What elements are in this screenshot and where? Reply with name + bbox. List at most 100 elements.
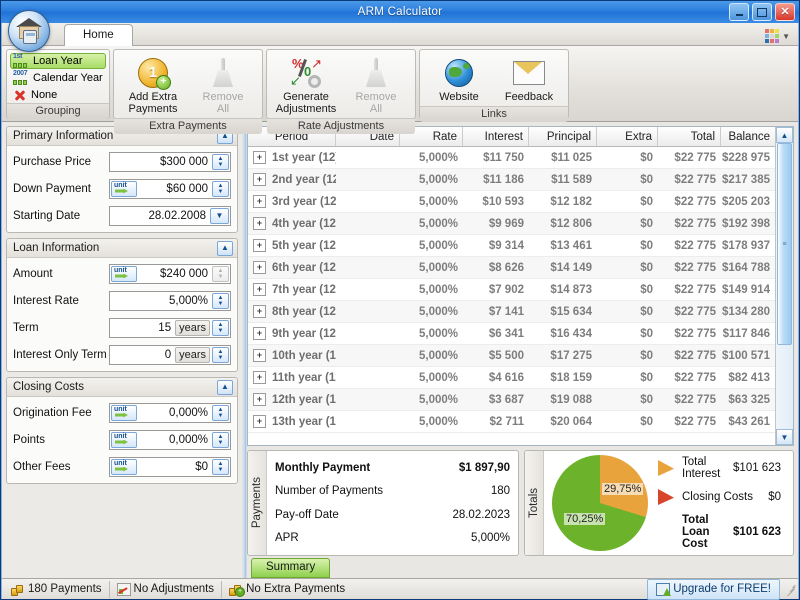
value-other-fees[interactable]: $0 <box>137 458 212 476</box>
value-interest-only-term[interactable]: 0 <box>110 346 175 364</box>
expand-row-icon[interactable]: + <box>253 217 266 230</box>
expand-row-icon[interactable]: + <box>253 261 266 274</box>
column-header-interest[interactable]: Interest <box>463 127 529 146</box>
unit-toggle-icon[interactable]: unit <box>111 405 137 421</box>
expand-row-icon[interactable]: + <box>253 327 266 340</box>
spinner-interest-rate[interactable]: ▲▼ <box>212 293 229 309</box>
color-grid-icon[interactable] <box>765 29 779 43</box>
scroll-down-button[interactable]: ▼ <box>776 429 793 445</box>
totals-vertical-tab[interactable]: Totals <box>525 451 544 555</box>
expand-row-icon[interactable]: + <box>253 151 266 164</box>
table-row[interactable]: +8th year (12)5,000%$7 141$15 634$0$22 7… <box>248 301 775 323</box>
column-header-balance[interactable]: Balance <box>721 127 775 146</box>
status-item-adjustments[interactable]: No Adjustments <box>110 581 223 598</box>
grouping-option-loan-year[interactable]: 1st Loan Year <box>10 53 106 69</box>
chevron-down-icon[interactable]: ▼ <box>210 208 229 224</box>
spinner-interest-only-term[interactable]: ▲▼ <box>212 347 229 363</box>
remove-all-adjustments-button[interactable]: Remove All <box>341 53 411 118</box>
totals-summary-box: Totals 29,75% 70,25% Total Interest <box>524 450 794 556</box>
input-starting-date[interactable]: 28.02.2008 ▼ <box>109 206 231 226</box>
expand-row-icon[interactable]: + <box>253 173 266 186</box>
tab-summary[interactable]: Summary <box>251 558 330 578</box>
table-row[interactable]: +12th year (12)5,000%$3 687$19 088$0$22 … <box>248 389 775 411</box>
chevron-down-icon[interactable]: ▼ <box>782 32 790 41</box>
value-points[interactable]: 0,000% <box>137 431 212 449</box>
table-row[interactable]: +10th year (12)5,000%$5 500$17 275$0$22 … <box>248 345 775 367</box>
spinner-other-fees[interactable]: ▲▼ <box>212 459 229 475</box>
expand-row-icon[interactable]: + <box>253 393 266 406</box>
value-amount[interactable]: $240 000 <box>137 265 212 283</box>
value-interest-rate[interactable]: 5,000% <box>110 292 212 310</box>
grouping-option-none[interactable]: None <box>10 87 106 103</box>
table-row[interactable]: +1st year (12)5,000%$11 750$11 025$0$22 … <box>248 147 775 169</box>
upgrade-button[interactable]: Upgrade for FREE! <box>647 579 780 600</box>
grouping-option-calendar-year[interactable]: 2007 Calendar Year <box>10 70 106 86</box>
table-row[interactable]: +6th year (12)5,000%$8 626$14 149$0$22 7… <box>248 257 775 279</box>
spinner-origination-fee[interactable]: ▲▼ <box>212 405 229 421</box>
value-starting-date[interactable]: 28.02.2008 <box>110 207 210 225</box>
minimize-button[interactable] <box>729 3 749 21</box>
input-amount[interactable]: unit $240 000 ▲▼ <box>109 264 231 284</box>
input-purchase-price[interactable]: $300 000 ▲▼ <box>109 152 231 172</box>
cell-total: $22 775 <box>658 279 721 300</box>
generate-adjustments-button[interactable]: %0 ↗↙ Generate Adjustments <box>271 53 341 118</box>
input-points[interactable]: unit 0,000% ▲▼ <box>109 430 231 450</box>
value-term[interactable]: 15 <box>110 319 175 337</box>
expand-row-icon[interactable]: + <box>253 195 266 208</box>
input-term[interactable]: 15 years ▲▼ <box>109 318 231 338</box>
feedback-button[interactable]: Feedback <box>494 53 564 106</box>
unit-toggle-icon[interactable]: unit <box>111 181 137 197</box>
input-other-fees[interactable]: unit $0 ▲▼ <box>109 457 231 477</box>
scroll-up-button[interactable]: ▲ <box>776 127 793 143</box>
table-row[interactable]: +4th year (12)5,000%$9 969$12 806$0$22 7… <box>248 213 775 235</box>
grid-vertical-scrollbar[interactable]: ▲ ≡ ▼ <box>775 127 793 445</box>
scroll-thumb[interactable]: ≡ <box>777 143 792 345</box>
table-row[interactable]: +2nd year (12)5,000%$11 186$11 589$0$22 … <box>248 169 775 191</box>
expand-row-icon[interactable]: + <box>253 239 266 252</box>
app-button[interactable] <box>8 10 50 52</box>
spinner-purchase-price[interactable]: ▲▼ <box>212 154 229 170</box>
unit-toggle-icon[interactable]: unit <box>111 432 137 448</box>
column-header-total[interactable]: Total <box>658 127 721 146</box>
value-origination-fee[interactable]: 0,000% <box>137 404 212 422</box>
input-interest-rate[interactable]: 5,000% ▲▼ <box>109 291 231 311</box>
spinner-down-payment[interactable]: ▲▼ <box>212 181 229 197</box>
unit-toggle-icon[interactable]: unit <box>111 459 137 475</box>
column-header-extra[interactable]: Extra <box>597 127 658 146</box>
legend-row-closing-costs: Closing Costs $0 <box>658 489 781 505</box>
chevron-up-icon[interactable]: ▲ <box>217 241 233 256</box>
value-down-payment[interactable]: $60 000 <box>137 180 212 198</box>
status-item-payments[interactable]: 180 Payments <box>4 581 110 598</box>
input-down-payment[interactable]: unit $60 000 ▲▼ <box>109 179 231 199</box>
spinner-term[interactable]: ▲▼ <box>212 320 229 336</box>
expand-row-icon[interactable]: + <box>253 371 266 384</box>
add-extra-payments-button[interactable]: 1+ Add Extra Payments <box>118 53 188 118</box>
close-button[interactable]: ✕ <box>775 3 795 21</box>
table-row[interactable]: +9th year (12)5,000%$6 341$16 434$0$22 7… <box>248 323 775 345</box>
website-button[interactable]: Website <box>424 53 494 106</box>
chevron-up-icon[interactable]: ▲ <box>217 380 233 395</box>
value-purchase-price[interactable]: $300 000 <box>110 153 212 171</box>
input-interest-only-term[interactable]: 0 years ▲▼ <box>109 345 231 365</box>
maximize-button[interactable] <box>752 3 772 21</box>
scroll-track[interactable]: ≡ <box>776 143 793 429</box>
table-row[interactable]: +13th year (12)5,000%$2 711$20 064$0$22 … <box>248 411 775 433</box>
payments-vertical-tab[interactable]: Payments <box>248 451 267 555</box>
table-row[interactable]: +7th year (12)5,000%$7 902$14 873$0$22 7… <box>248 279 775 301</box>
table-row[interactable]: +3rd year (12)5,000%$10 593$12 182$0$22 … <box>248 191 775 213</box>
input-origination-fee[interactable]: unit 0,000% ▲▼ <box>109 403 231 423</box>
expand-row-icon[interactable]: + <box>253 283 266 296</box>
unit-toggle-icon[interactable]: unit <box>111 266 137 282</box>
expand-row-icon[interactable]: + <box>253 415 266 428</box>
status-item-extra-payments[interactable]: + No Extra Payments <box>222 581 352 598</box>
cell-period: +2nd year (12) <box>248 169 336 190</box>
table-row[interactable]: +5th year (12)5,000%$9 314$13 461$0$22 7… <box>248 235 775 257</box>
column-header-principal[interactable]: Principal <box>529 127 597 146</box>
remove-all-extra-payments-button[interactable]: Remove All <box>188 53 258 118</box>
expand-row-icon[interactable]: + <box>253 349 266 362</box>
table-row[interactable]: +11th year (12)5,000%$4 616$18 159$0$22 … <box>248 367 775 389</box>
expand-row-icon[interactable]: + <box>253 305 266 318</box>
tab-home[interactable]: Home <box>64 24 133 46</box>
spinner-points[interactable]: ▲▼ <box>212 432 229 448</box>
resize-grip-icon[interactable] <box>784 583 796 595</box>
